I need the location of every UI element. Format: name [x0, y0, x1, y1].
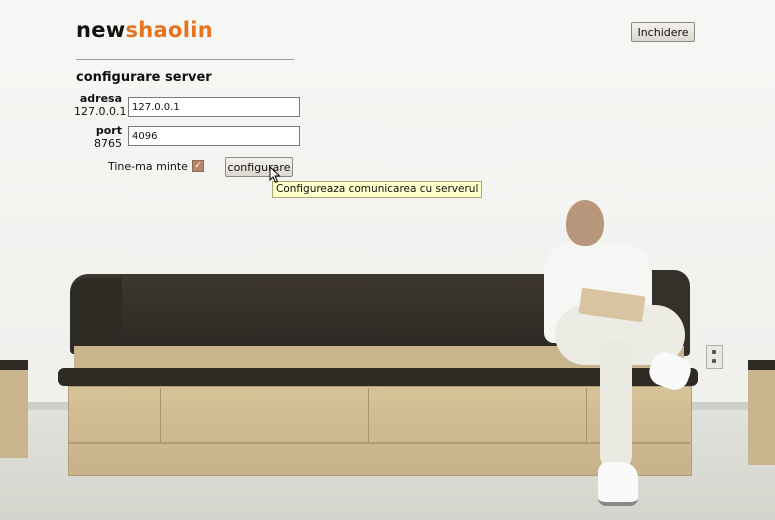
address-label: adresa	[79, 92, 122, 105]
bench-panel-line	[160, 388, 161, 442]
logo-part-shaolin: shaolin	[125, 18, 213, 42]
address-input[interactable]	[128, 97, 300, 117]
port-current-value: 8765	[94, 137, 122, 150]
remember-me-label: Tine-ma minte	[108, 160, 188, 173]
checkmark-icon: ✓	[194, 161, 202, 171]
divider	[76, 59, 294, 60]
address-current-value: 127.0.0.1	[74, 105, 127, 118]
port-label-group: port 8765	[74, 124, 122, 150]
address-label-group: adresa 127.0.0.1	[74, 92, 127, 118]
mouse-pointer-icon	[269, 166, 281, 184]
app-logo: newshaolin	[76, 18, 213, 42]
person-shin	[600, 340, 632, 470]
configure-tooltip: Configureaza comunicarea cu serverul	[272, 181, 483, 198]
port-input[interactable]	[128, 126, 300, 146]
bench-bottom-strip	[68, 442, 690, 444]
port-label: port	[95, 124, 122, 137]
remember-me-checkbox[interactable]: ✓	[192, 160, 204, 172]
bench-panel-line	[368, 388, 369, 442]
side-bench-right	[748, 360, 775, 465]
bench-arm-left	[70, 278, 122, 354]
configure-button[interactable]: configurare	[225, 157, 293, 177]
section-title: configurare server	[76, 70, 212, 85]
person-head	[566, 200, 604, 246]
bench-panel-line	[586, 388, 587, 442]
close-button[interactable]: Inchidere	[631, 22, 695, 42]
person-shoe	[598, 462, 638, 506]
bench-base	[68, 386, 692, 476]
wall-outlet	[706, 345, 723, 369]
logo-part-new: new	[76, 18, 126, 42]
side-bench-left	[0, 360, 28, 458]
